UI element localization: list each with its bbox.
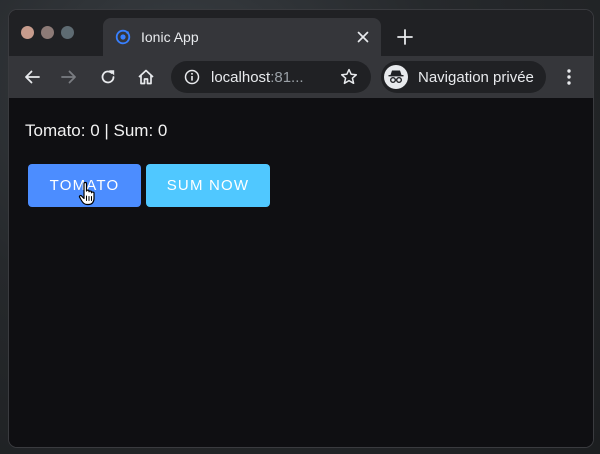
incognito-indicator[interactable]: Navigation privée xyxy=(381,61,546,93)
back-arrow-icon[interactable] xyxy=(22,67,42,87)
page-content: Tomato: 0 | Sum: 0 TOMATO SUM NOW xyxy=(9,98,593,447)
sum-now-button[interactable]: SUM NOW xyxy=(146,164,270,207)
hand-pointer-cursor-icon xyxy=(78,181,95,206)
reload-icon[interactable] xyxy=(98,67,118,87)
url-host: localhost xyxy=(211,69,271,86)
browser-window: Ionic App localhost:81... Navigation pri… xyxy=(9,10,593,447)
star-icon[interactable] xyxy=(339,67,359,87)
info-icon[interactable] xyxy=(184,69,200,85)
kebab-menu-icon[interactable] xyxy=(559,67,579,87)
forward-arrow-icon[interactable] xyxy=(59,67,79,87)
url-text: localhost:81... xyxy=(211,69,304,86)
incognito-icon xyxy=(384,65,408,89)
status-text: Tomato: 0 | Sum: 0 xyxy=(25,121,168,140)
zoom-window-button[interactable] xyxy=(61,26,74,39)
incognito-label: Navigation privée xyxy=(418,69,534,86)
title-bar: Ionic App xyxy=(9,10,593,56)
minimize-window-button[interactable] xyxy=(41,26,54,39)
tab-ionic-app[interactable]: Ionic App xyxy=(103,18,381,56)
close-window-button[interactable] xyxy=(21,26,34,39)
address-bar[interactable]: localhost:81... xyxy=(171,61,371,93)
browser-toolbar: localhost:81... Navigation privée xyxy=(9,56,593,98)
ionic-logo-icon xyxy=(115,29,131,45)
tab-title: Ionic App xyxy=(141,29,199,45)
home-icon[interactable] xyxy=(136,67,156,87)
plus-icon[interactable] xyxy=(395,27,415,47)
close-icon[interactable] xyxy=(353,27,373,47)
url-port: :81... xyxy=(270,69,304,86)
